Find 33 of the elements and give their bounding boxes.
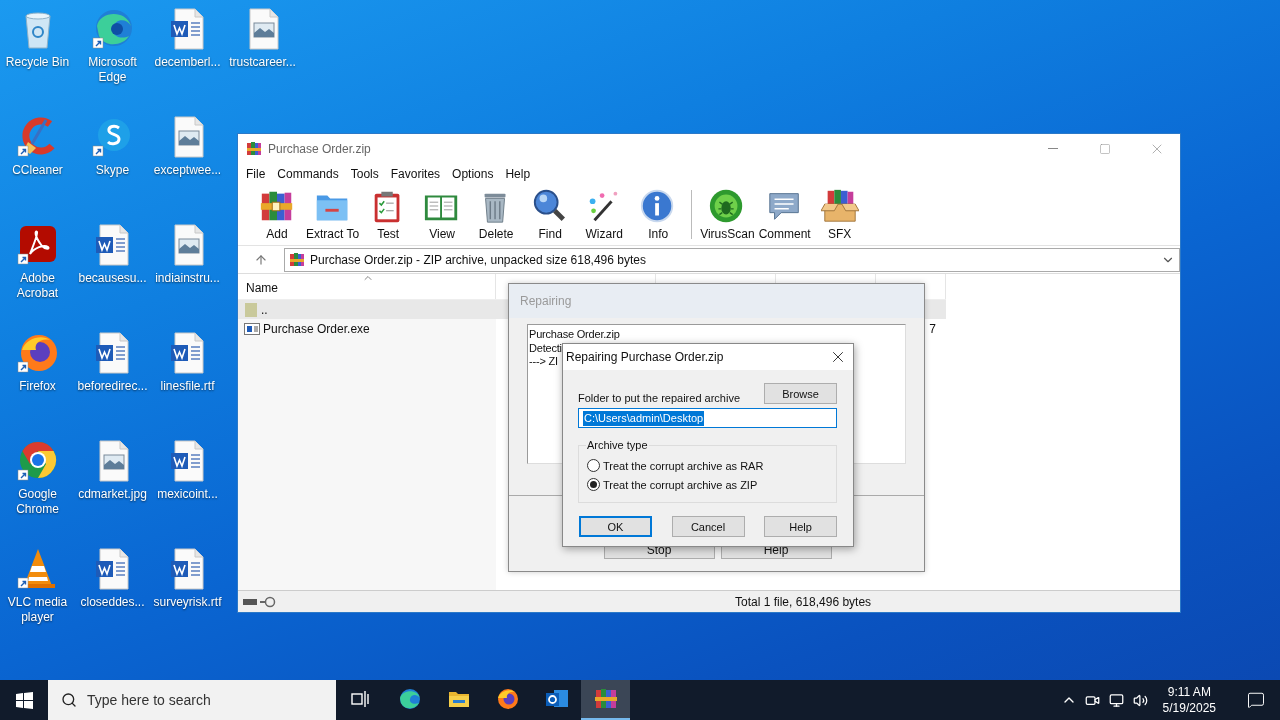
desktop-icon-label: indiainstru... bbox=[154, 271, 221, 286]
window-title: Repairing bbox=[520, 294, 572, 308]
desktop-icon-label: trustcareer... bbox=[228, 55, 297, 70]
desktop-icon-label: Microsoft Edge bbox=[87, 55, 138, 85]
field-label: Folder to put the repaired archive bbox=[578, 392, 741, 404]
log-line: Detecti bbox=[529, 341, 562, 355]
radio-label: Treat the corrupt archive as RAR bbox=[603, 459, 764, 472]
log-line: ---> ZI bbox=[529, 355, 558, 369]
desktop-icon-label: VLC media player bbox=[6, 595, 69, 625]
desktop-icon-label: Adobe Acrobat bbox=[15, 271, 60, 301]
desktop-icon-label: CCleaner bbox=[11, 163, 64, 178]
log-line: Purchase Order.zip bbox=[529, 328, 620, 342]
window-title: Purchase Order.zip bbox=[268, 141, 372, 156]
table-cell-text: 7 bbox=[929, 321, 937, 336]
radio-label: Treat the corrupt archive as ZIP bbox=[603, 478, 758, 491]
desktop-icon-label: beforedirec... bbox=[76, 379, 149, 394]
desktop-icon-label: becausesu... bbox=[77, 271, 148, 286]
desktop-icon-label: linesfile.rtf bbox=[159, 379, 216, 394]
desktop-icon-label: Recycle Bin bbox=[4, 55, 71, 70]
group-label: Archive type bbox=[586, 439, 649, 451]
desktop-icon-label: Google Chrome bbox=[15, 487, 60, 517]
desktop-icon-label: cdmarket.jpg bbox=[77, 487, 148, 502]
desktop-icon-label: surveyrisk.rtf bbox=[152, 595, 223, 610]
file-name: Purchase Order.exe bbox=[263, 321, 370, 336]
file-name: .. bbox=[261, 302, 268, 317]
desktop-icon-label: decemberl... bbox=[153, 55, 222, 70]
desktop-icon-label: Skype bbox=[94, 163, 131, 178]
desktop-icon-label: closeddes... bbox=[79, 595, 146, 610]
desktop-icon-label: Firefox bbox=[18, 379, 57, 394]
desktop-icon-label: mexicoint... bbox=[156, 487, 219, 502]
status-text: Total 1 file, 618,496 bytes bbox=[735, 594, 872, 609]
dialog-title: Repairing Purchase Order.zip bbox=[566, 350, 725, 364]
desktop-icon-label: exceptwee... bbox=[152, 163, 223, 178]
